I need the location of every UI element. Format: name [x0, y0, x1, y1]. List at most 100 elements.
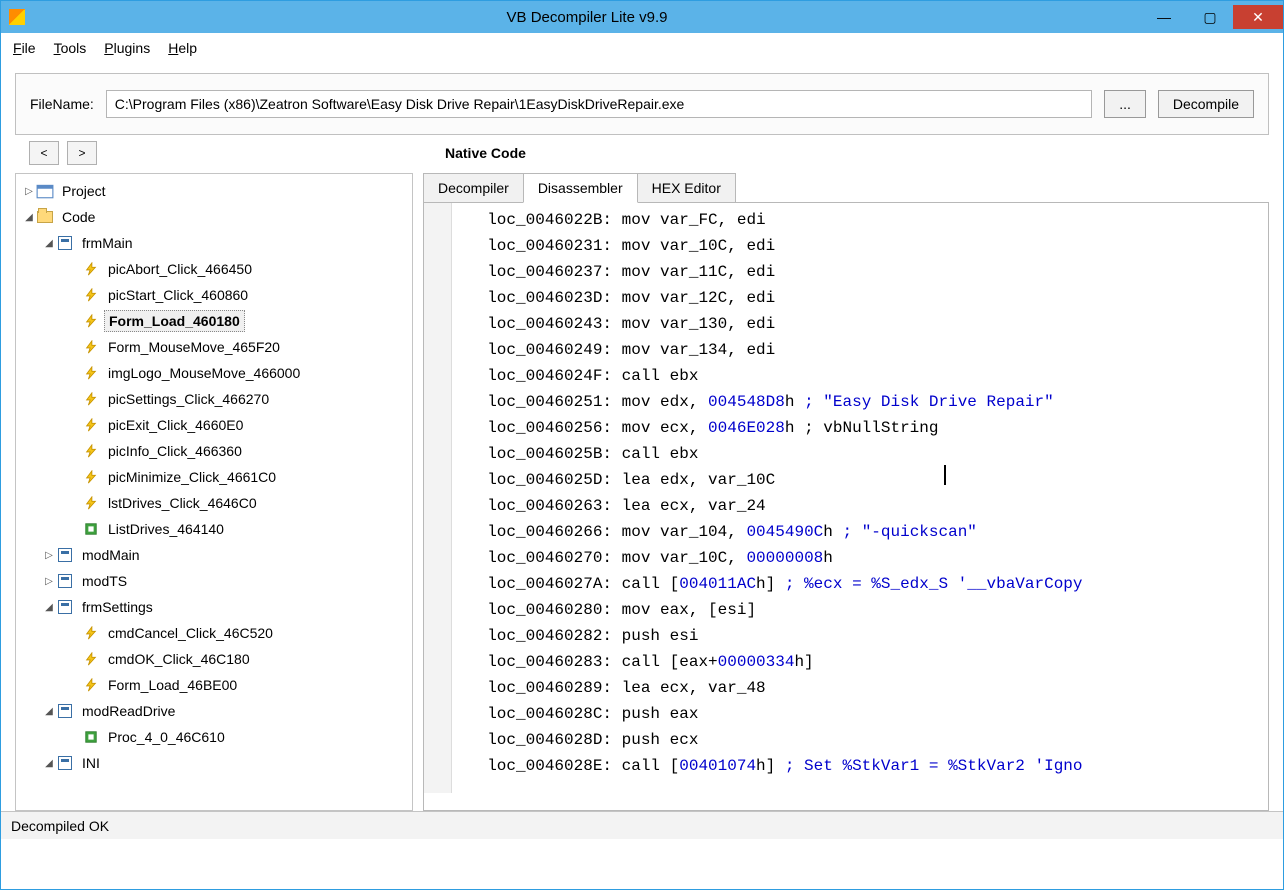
code-line: loc_00460249: mov var_134, edi — [468, 337, 1268, 363]
tree-node-label: INI — [78, 753, 104, 773]
tree-node-label: Project — [58, 181, 110, 201]
tree-node-label: frmMain — [78, 233, 137, 253]
maximize-button[interactable]: ▢ — [1187, 5, 1233, 29]
tree-node[interactable]: ◢ frmSettings — [20, 594, 412, 620]
expand-icon[interactable]: ▷ — [22, 184, 36, 198]
module-icon — [56, 703, 74, 719]
tree-node[interactable]: picMinimize_Click_4661C0 — [20, 464, 412, 490]
collapse-icon[interactable]: ◢ — [42, 704, 56, 718]
tab-hex-editor[interactable]: HEX Editor — [637, 173, 736, 203]
tree-node-label: ListDrives_464140 — [104, 519, 228, 539]
bolt-icon — [82, 417, 100, 433]
tree-node[interactable]: Proc_4_0_46C610 — [20, 724, 412, 750]
titlebar: VB Decompiler Lite v9.9 — ▢ ✕ — [1, 1, 1283, 33]
module-icon — [56, 573, 74, 589]
tree-node[interactable]: ▷modMain — [20, 542, 412, 568]
close-button[interactable]: ✕ — [1233, 5, 1283, 29]
text-caret — [944, 465, 946, 485]
code-line: loc_00460289: lea ecx, var_48 — [468, 675, 1268, 701]
tree-node-label: modReadDrive — [78, 701, 179, 721]
tree-node[interactable]: ▷ Project — [20, 178, 412, 204]
tree-node[interactable]: Form_Load_46BE00 — [20, 672, 412, 698]
collapse-icon[interactable]: ◢ — [42, 600, 56, 614]
collapse-icon[interactable]: ◢ — [22, 210, 36, 224]
tree-node[interactable]: ◢ modReadDrive — [20, 698, 412, 724]
code-line: loc_00460237: mov var_11C, edi — [468, 259, 1268, 285]
proc-icon — [82, 729, 100, 745]
code-tabs: Decompiler Disassembler HEX Editor — [423, 173, 1269, 203]
code-line: loc_0046028E: call [00401074h] ; Set %St… — [468, 753, 1268, 779]
tree-node-label: cmdCancel_Click_46C520 — [104, 623, 277, 643]
tree-node[interactable]: ListDrives_464140 — [20, 516, 412, 542]
app-icon — [9, 9, 25, 25]
file-panel: FileName: ... Decompile — [15, 73, 1269, 135]
module-icon — [56, 235, 74, 251]
tree-node-label: picSettings_Click_466270 — [104, 389, 273, 409]
tree-node-label: frmSettings — [78, 597, 157, 617]
main-area: ▷Project◢Code◢frmMainpicAbort_Click_4664… — [1, 173, 1283, 811]
tree-node[interactable]: ◢ Code — [20, 204, 412, 230]
code-line: loc_0046027A: call [004011ACh] ; %ecx = … — [468, 571, 1268, 597]
proc-icon — [82, 521, 100, 537]
expand-icon[interactable]: ▷ — [42, 574, 56, 588]
nav-row: < > Native Code — [1, 141, 1283, 173]
tree-node-label: lstDrives_Click_4646C0 — [104, 493, 261, 513]
expand-icon[interactable]: ▷ — [42, 548, 56, 562]
tree-node[interactable]: ◢ INI — [20, 750, 412, 776]
tree-node[interactable]: picAbort_Click_466450 — [20, 256, 412, 282]
tree-node-label: Proc_4_0_46C610 — [104, 727, 229, 747]
tree-node[interactable]: picStart_Click_460860 — [20, 282, 412, 308]
tree-node[interactable]: ▷ modTS — [20, 568, 412, 594]
code-line: loc_0046025B: call ebx — [468, 441, 1268, 467]
tree-node-label: modTS — [78, 571, 131, 591]
code-line: loc_00460280: mov eax, [esi] — [468, 597, 1268, 623]
menu-plugins[interactable]: Plugins — [104, 40, 150, 56]
window-title: VB Decompiler Lite v9.9 — [33, 9, 1141, 26]
menu-file[interactable]: File — [13, 40, 36, 56]
tree-node[interactable]: imgLogo_MouseMove_466000 — [20, 360, 412, 386]
decompile-button[interactable]: Decompile — [1158, 90, 1254, 118]
nav-forward-button[interactable]: > — [67, 141, 97, 165]
tree-node-label: Form_Load_460180 — [104, 310, 245, 332]
code-line: loc_00460270: mov var_10C, 00000008h — [468, 545, 1268, 571]
menubar: File Tools Plugins Help — [1, 33, 1283, 63]
code-line: loc_0046023D: mov var_12C, edi — [468, 285, 1268, 311]
tab-decompiler[interactable]: Decompiler — [423, 173, 524, 203]
nav-back-button[interactable]: < — [29, 141, 59, 165]
section-label: Native Code — [445, 145, 526, 161]
code-line: loc_00460266: mov var_104, 0045490Ch ; "… — [468, 519, 1268, 545]
tree-node[interactable]: ◢ frmMain — [20, 230, 412, 256]
tree-node-label: Code — [58, 207, 99, 227]
code-view[interactable]: loc_0046022B: mov var_FC, edi loc_004602… — [424, 203, 1268, 810]
module-icon — [56, 547, 74, 563]
tree-node[interactable]: picExit_Click_4660E0 — [20, 412, 412, 438]
collapse-icon[interactable]: ◢ — [42, 236, 56, 250]
tree-node[interactable]: cmdCancel_Click_46C520 — [20, 620, 412, 646]
tree-node-label: picMinimize_Click_4661C0 — [104, 467, 280, 487]
tree-node-label: Form_MouseMove_465F20 — [104, 337, 284, 357]
bolt-icon — [82, 391, 100, 407]
menu-tools[interactable]: Tools — [54, 40, 87, 56]
filename-input[interactable] — [106, 90, 1092, 118]
menu-help[interactable]: Help — [168, 40, 197, 56]
tree-node[interactable]: Form_MouseMove_465F20 — [20, 334, 412, 360]
code-box: loc_0046022B: mov var_FC, edi loc_004602… — [423, 202, 1269, 811]
project-tree[interactable]: ▷Project◢Code◢frmMainpicAbort_Click_4664… — [15, 173, 413, 811]
code-line: loc_0046028D: push ecx — [468, 727, 1268, 753]
minimize-button[interactable]: — — [1141, 5, 1187, 29]
tree-node[interactable]: lstDrives_Click_4646C0 — [20, 490, 412, 516]
bolt-icon — [82, 651, 100, 667]
code-line: loc_0046024F: call ebx — [468, 363, 1268, 389]
module-icon — [56, 755, 74, 771]
tab-disassembler[interactable]: Disassembler — [523, 173, 638, 203]
bolt-icon — [82, 625, 100, 641]
code-line: loc_00460256: mov ecx, 0046E028h ; vbNul… — [468, 415, 1268, 441]
code-line: loc_00460283: call [eax+00000334h] — [468, 649, 1268, 675]
tree-node[interactable]: picInfo_Click_466360 — [20, 438, 412, 464]
tree-node[interactable]: cmdOK_Click_46C180 — [20, 646, 412, 672]
browse-button[interactable]: ... — [1104, 90, 1146, 118]
collapse-icon[interactable]: ◢ — [42, 756, 56, 770]
tree-node[interactable]: picSettings_Click_466270 — [20, 386, 412, 412]
tree-node[interactable]: Form_Load_460180 — [20, 308, 412, 334]
bolt-icon — [82, 365, 100, 381]
